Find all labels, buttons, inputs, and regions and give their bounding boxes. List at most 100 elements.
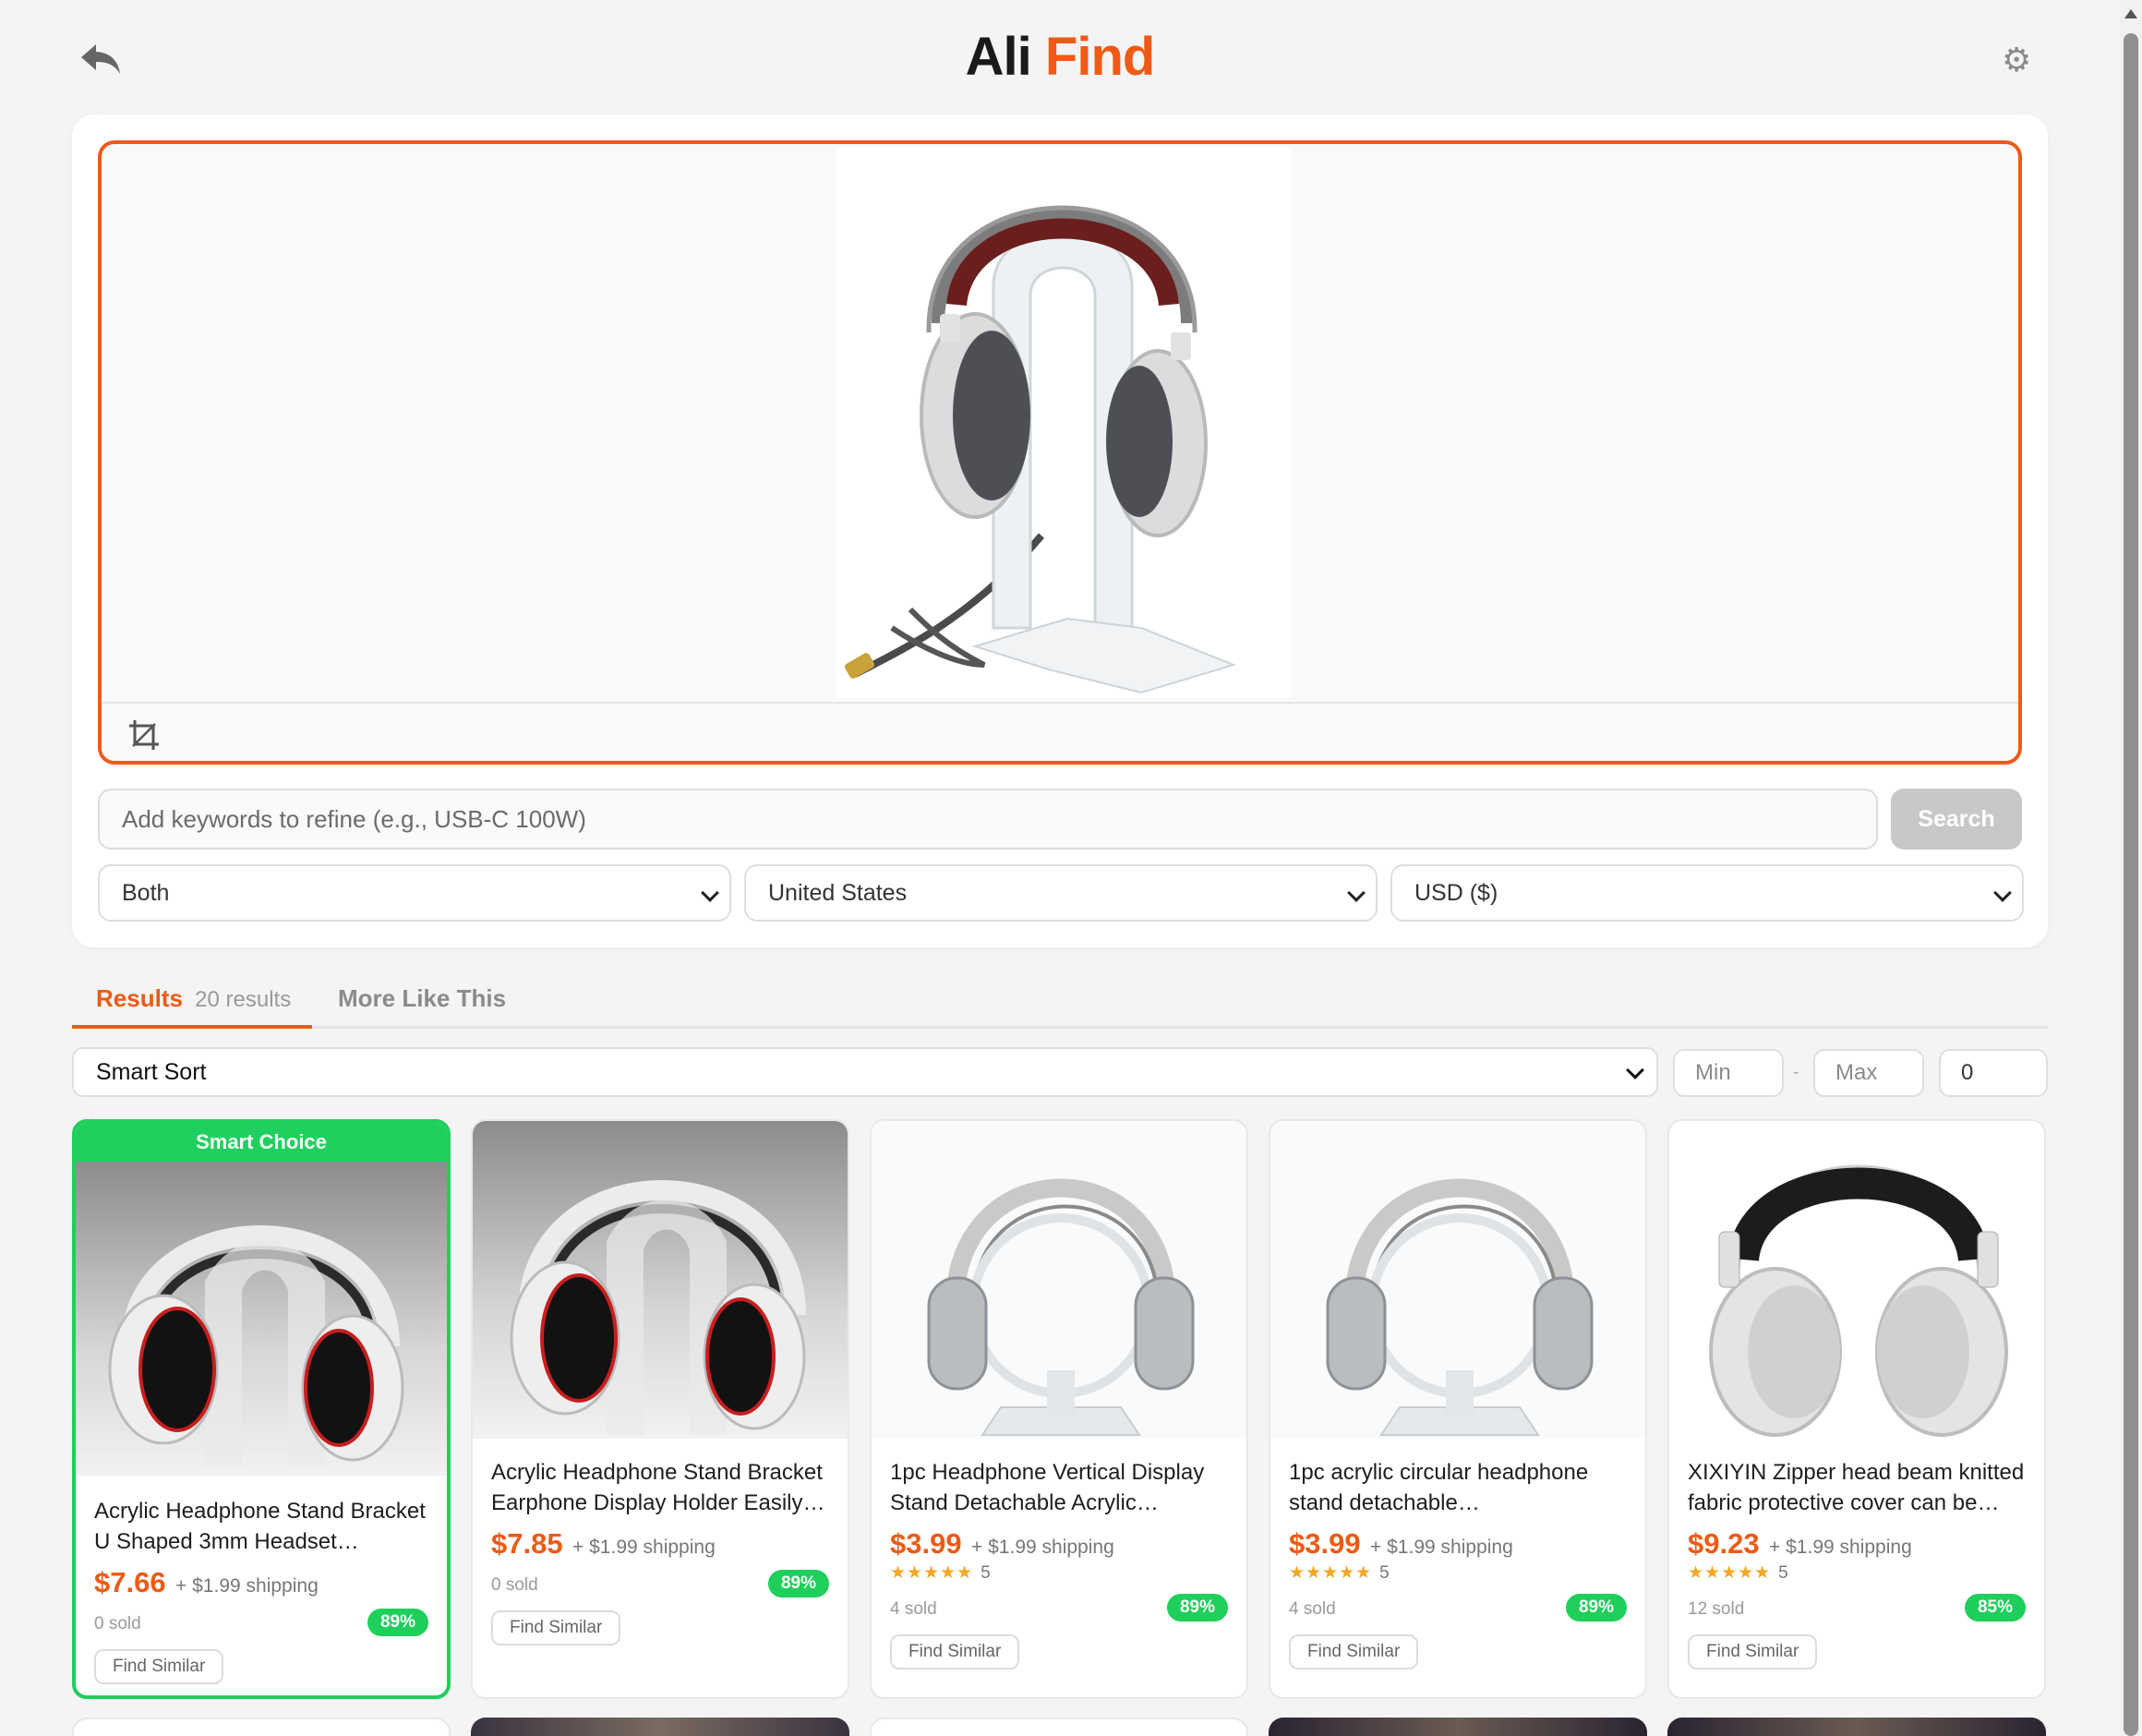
results-tabs: Results 20 results More Like This [72,968,2048,1029]
query-product-image [836,148,1291,698]
product-price: $7.66 [94,1566,166,1598]
match-score-badge: 85% [1964,1594,2026,1621]
min-price-input[interactable] [1673,1049,1784,1097]
shipping-cost: + $1.99 shipping [175,1575,319,1597]
type-select-value: Both [122,880,170,906]
scroll-up-arrow-icon[interactable] [2124,9,2137,18]
sold-row: 4 sold 89% [1289,1592,1627,1629]
currency-select[interactable]: USD ($) [1390,864,2024,922]
product-price: $7.85 [491,1527,563,1560]
product-price: $9.23 [1688,1527,1760,1560]
product-image-graphic [1709,1164,2008,1437]
product-card[interactable]: 1pc Headphone Vertical Display Stand Det… [870,1119,1248,1699]
sold-count: 4 sold [1289,1599,1336,1619]
sold-row: 0 sold 89% [94,1607,428,1644]
min-sold-input[interactable] [1939,1049,2048,1097]
tab-results-label: Results [96,984,183,1012]
results-count: 20 results [195,987,292,1012]
price-row: $9.23 + $1.99 shipping [1688,1527,2026,1562]
crop-icon[interactable] [126,717,162,753]
shipping-cost: + $1.99 shipping [1370,1537,1513,1558]
star-rating-icon: ★★★★★ [1688,1563,1772,1583]
product-title[interactable]: Acrylic Headphone Stand Bracket Earphone… [491,1457,829,1518]
scrollbar[interactable] [2120,0,2142,1736]
app-title-part1: Ali [965,27,1032,87]
product-image-graphic [1326,1178,1594,1436]
product-image[interactable] [1270,1121,1645,1439]
range-separator: - [1793,1062,1799,1082]
product-title[interactable]: XIXIYIN Zipper head beam knitted fabric … [1688,1457,2026,1518]
product-image[interactable] [76,1162,447,1476]
find-similar-button[interactable]: Find Similar [1289,1634,1419,1670]
product-info: 1pc acrylic circular headphone stand det… [1289,1457,1627,1670]
product-image-graphic [510,1180,806,1435]
product-image[interactable] [473,1121,848,1439]
chevron-down-icon [1347,884,1366,902]
app-header: Ali Find ⚙ [0,0,2120,115]
product-info: 1pc Headphone Vertical Display Stand Det… [890,1457,1228,1670]
chevron-down-icon [701,884,719,902]
product-price: $3.99 [890,1527,962,1560]
match-score-badge: 89% [1166,1594,1228,1621]
product-info: Acrylic Headphone Stand Bracket Earphone… [491,1457,829,1646]
tab-results[interactable]: Results 20 results [96,984,291,1013]
product-card[interactable]: XIXIYIN Zipper head beam knitted fabric … [1667,1119,2046,1699]
country-select-value: United States [768,880,908,906]
price-row: $3.99 + $1.99 shipping [890,1527,1228,1562]
product-image[interactable] [1669,1121,2044,1439]
price-row: $7.66 + $1.99 shipping [94,1566,428,1601]
app-title: Ali Find [0,26,2120,88]
shipping-cost: + $1.99 shipping [971,1537,1114,1558]
find-similar-button[interactable]: Find Similar [491,1610,621,1646]
price-row: $7.85 + $1.99 shipping [491,1527,829,1562]
product-card-partial[interactable] [1269,1718,1647,1736]
product-card[interactable]: 1pc acrylic circular headphone stand det… [1269,1119,1647,1699]
image-toolbar [102,702,2018,761]
price-row: $3.99 + $1.99 shipping [1289,1527,1627,1562]
rating-count: 5 [1778,1563,1788,1583]
product-card[interactable]: Acrylic Headphone Stand Bracket Earphone… [471,1119,849,1699]
product-card-partial[interactable] [1667,1718,2046,1736]
product-card-partial[interactable] [870,1718,1248,1736]
product-info: XIXIYIN Zipper head beam knitted fabric … [1688,1457,2026,1670]
scrollbar-thumb[interactable] [2124,33,2138,1736]
rating-row: ★★★★★ 5 [890,1562,1228,1586]
product-title[interactable]: Acrylic Headphone Stand Bracket U Shaped… [94,1496,428,1557]
product-image[interactable] [872,1121,1246,1439]
match-score-badge: 89% [367,1609,428,1636]
sort-select[interactable]: Smart Sort [72,1047,1658,1097]
product-card-partial[interactable] [72,1718,451,1736]
find-similar-button[interactable]: Find Similar [94,1649,224,1684]
product-price: $3.99 [1289,1527,1361,1560]
sold-row: 0 sold 89% [491,1568,829,1605]
rating-row: ★★★★★ 5 [1688,1562,2026,1586]
chevron-down-icon [1993,884,2012,902]
sold-count: 0 sold [491,1575,538,1595]
search-button[interactable]: Search [1891,789,2022,850]
product-title[interactable]: 1pc Headphone Vertical Display Stand Det… [890,1457,1228,1518]
country-select[interactable]: United States [744,864,1378,922]
product-card[interactable]: Smart Choice Acrylic Headphone Stand Bra… [72,1119,451,1699]
search-card: Search Both United States USD ($) [72,115,2048,947]
product-image-graphic [108,1225,404,1466]
find-similar-button[interactable]: Find Similar [890,1634,1020,1670]
sold-count: 4 sold [890,1599,937,1619]
app-title-part2: Find [1044,27,1155,87]
product-card-partial[interactable] [471,1718,849,1736]
gear-icon[interactable]: ⚙ [2002,41,2031,79]
sold-row: 12 sold 85% [1688,1592,2026,1629]
currency-select-value: USD ($) [1414,880,1498,906]
max-price-input[interactable] [1813,1049,1924,1097]
image-upload-box[interactable] [98,140,2022,765]
keyword-search-input[interactable] [98,789,1878,850]
shipping-cost: + $1.99 shipping [572,1537,716,1558]
match-score-badge: 89% [1565,1594,1627,1621]
type-select[interactable]: Both [98,864,731,922]
find-similar-button[interactable]: Find Similar [1688,1634,1818,1670]
product-info: Acrylic Headphone Stand Bracket U Shaped… [94,1496,428,1684]
active-tab-indicator [72,1025,312,1029]
tab-more-like-this[interactable]: More Like This [338,984,506,1013]
product-image-graphic [927,1178,1195,1436]
product-title[interactable]: 1pc acrylic circular headphone stand det… [1289,1457,1627,1518]
star-rating-icon: ★★★★★ [1289,1563,1373,1583]
